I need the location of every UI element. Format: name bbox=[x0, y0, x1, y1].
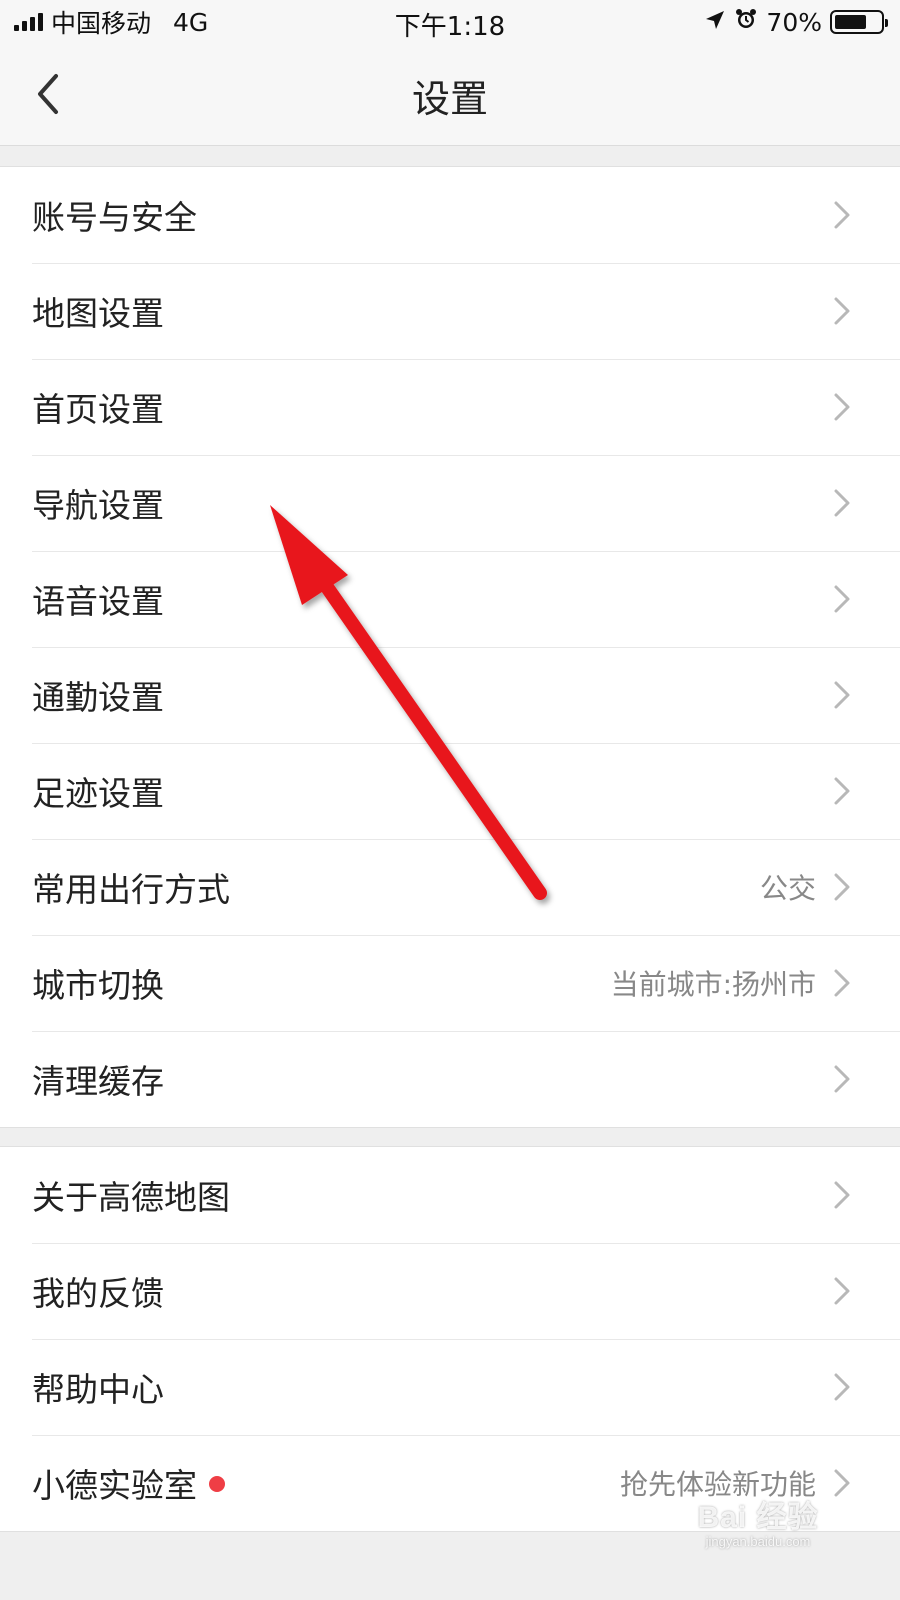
settings-item-clear-cache[interactable]: 清理缓存 bbox=[0, 1031, 900, 1127]
settings-item-label: 关于高德地图 bbox=[32, 1178, 230, 1217]
watermark-logo: Bai 经验 jingyan.baidu.com bbox=[678, 1492, 838, 1549]
location-icon bbox=[704, 8, 726, 37]
battery-icon bbox=[830, 10, 888, 34]
new-badge-dot bbox=[209, 1475, 225, 1492]
settings-item-home[interactable]: 首页设置 bbox=[0, 359, 900, 455]
chevron-right-icon bbox=[832, 680, 852, 710]
settings-item-label: 语音设置 bbox=[32, 582, 164, 621]
settings-item-about[interactable]: 关于高德地图 bbox=[0, 1147, 900, 1243]
battery-fill bbox=[835, 15, 866, 29]
watermark-main: Bai 经验 bbox=[697, 1501, 819, 1534]
chevron-right-icon bbox=[832, 296, 852, 326]
chevron-right-icon bbox=[832, 1372, 852, 1402]
settings-item-label: 清理缓存 bbox=[32, 1062, 164, 1101]
settings-item-label-wrap: 小德实验室 bbox=[32, 1459, 620, 1507]
settings-item-label: 帮助中心 bbox=[32, 1370, 164, 1409]
page-title: 设置 bbox=[411, 77, 488, 121]
status-right: 70% bbox=[704, 6, 888, 38]
settings-item-label: 账号与安全 bbox=[32, 198, 197, 237]
chevron-right-icon bbox=[832, 488, 852, 518]
alarm-icon bbox=[734, 7, 758, 37]
chevron-right-icon bbox=[832, 968, 852, 998]
settings-item-label: 我的反馈 bbox=[32, 1274, 164, 1313]
chevron-right-icon bbox=[832, 1180, 852, 1210]
settings-item-value: 当前城市:扬州市 bbox=[610, 968, 816, 1001]
chevron-right-icon bbox=[832, 584, 852, 614]
settings-item-travel-mode[interactable]: 常用出行方式 公交 bbox=[0, 839, 900, 935]
watermark-sub: jingyan.baidu.com bbox=[705, 1534, 811, 1549]
chevron-right-icon bbox=[832, 200, 852, 230]
settings-item-label: 常用出行方式 bbox=[32, 870, 230, 909]
settings-item-label: 小德实验室 bbox=[32, 1466, 197, 1505]
navigation-bar: 设置 bbox=[0, 44, 900, 146]
settings-item-label: 城市切换 bbox=[32, 966, 164, 1005]
settings-item-label: 通勤设置 bbox=[32, 678, 164, 717]
settings-item-city-switch[interactable]: 城市切换 当前城市:扬州市 bbox=[0, 935, 900, 1031]
settings-group-about: 关于高德地图 我的反馈 帮助中心 小德实验室 抢先体验新功能 bbox=[0, 1146, 900, 1532]
chevron-right-icon bbox=[832, 872, 852, 902]
settings-item-label: 导航设置 bbox=[32, 486, 164, 525]
settings-item-label: 地图设置 bbox=[32, 294, 164, 333]
settings-item-commute[interactable]: 通勤设置 bbox=[0, 647, 900, 743]
settings-item-value: 公交 bbox=[759, 872, 816, 905]
settings-item-account-security[interactable]: 账号与安全 bbox=[0, 167, 900, 263]
settings-item-footprint[interactable]: 足迹设置 bbox=[0, 743, 900, 839]
settings-item-label: 足迹设置 bbox=[32, 774, 164, 813]
settings-item-navigation[interactable]: 导航设置 bbox=[0, 455, 900, 551]
settings-item-feedback[interactable]: 我的反馈 bbox=[0, 1243, 900, 1339]
chevron-right-icon bbox=[832, 776, 852, 806]
chevron-right-icon bbox=[832, 1276, 852, 1306]
settings-item-map[interactable]: 地图设置 bbox=[0, 263, 900, 359]
settings-item-voice[interactable]: 语音设置 bbox=[0, 551, 900, 647]
settings-item-label: 首页设置 bbox=[32, 390, 164, 429]
settings-group-main: 账号与安全 地图设置 首页设置 导航设置 语音设置 通勤设置 足迹设置 常用出行… bbox=[0, 166, 900, 1128]
status-bar: 中国移动 4G 下午1:18 70% bbox=[0, 0, 900, 44]
battery-percent: 70% bbox=[766, 7, 822, 37]
chevron-right-icon bbox=[832, 392, 852, 422]
settings-item-help-center[interactable]: 帮助中心 bbox=[0, 1339, 900, 1435]
chevron-right-icon bbox=[832, 1064, 852, 1094]
